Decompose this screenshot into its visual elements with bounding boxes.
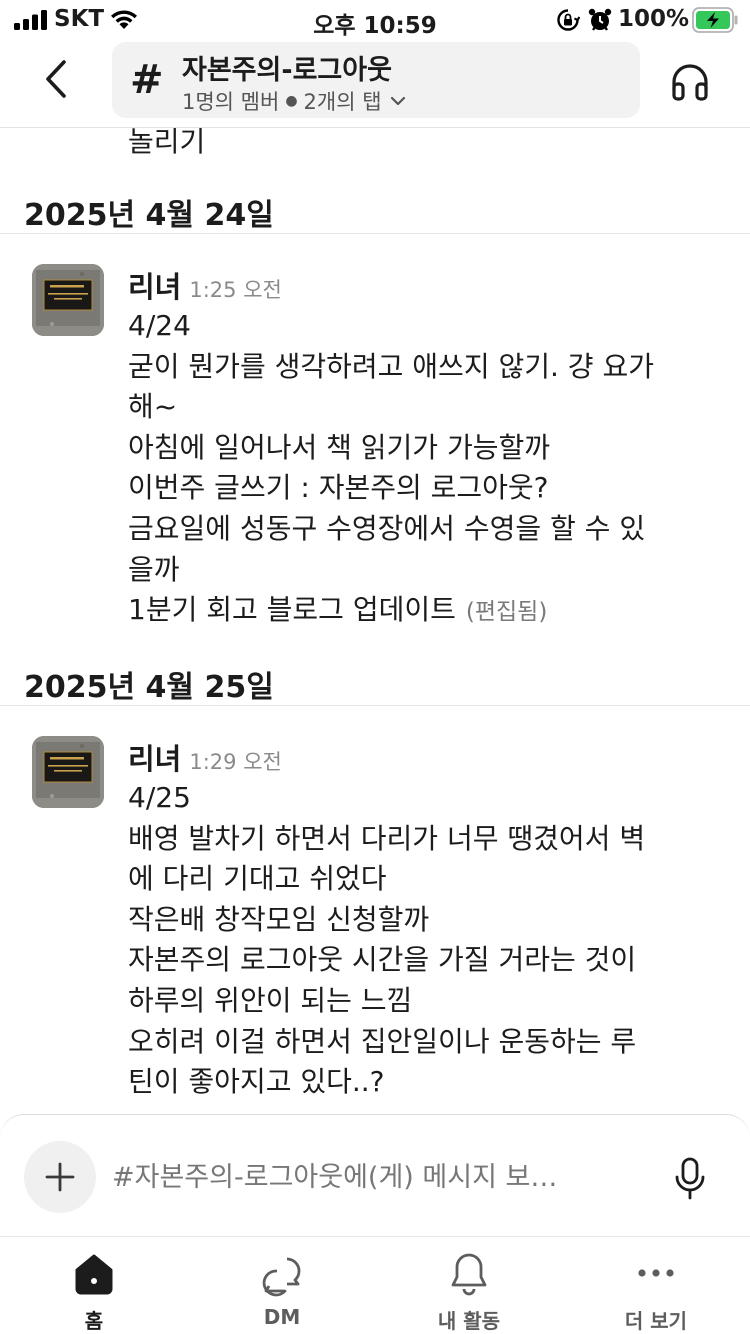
hash-icon: # bbox=[130, 57, 164, 103]
attach-button[interactable] bbox=[24, 1141, 96, 1213]
avatar-image bbox=[32, 736, 104, 808]
message-text-line: 자본주의 로그아웃 시간을 가질 거라는 것이 bbox=[128, 943, 637, 977]
more-icon bbox=[638, 1269, 674, 1277]
chevron-left-icon bbox=[46, 60, 66, 98]
avatar[interactable] bbox=[32, 736, 104, 808]
message-text-line: 배영 발차기 하면서 다리가 너무 땡겼어서 벽 bbox=[128, 821, 646, 855]
tab-home[interactable]: 홈 bbox=[0, 1237, 188, 1334]
message-composer bbox=[0, 1114, 750, 1236]
tab-label: 홈 bbox=[84, 1309, 104, 1333]
tab-dm[interactable]: DM bbox=[188, 1237, 376, 1334]
voice-message-button[interactable] bbox=[672, 1157, 708, 1201]
tab-bar: 홈 DM 내 활동 더 보기 bbox=[0, 1236, 750, 1334]
huddle-button[interactable] bbox=[668, 60, 712, 104]
message-header: 리녀 1:29 오전 bbox=[128, 736, 282, 778]
message-text-line: 아침에 일어나서 책 읽기가 가능할까 bbox=[128, 430, 551, 464]
message-body: 4/25 배영 발차기 하면서 다리가 너무 땡겼어서 벽 에 다리 기대고 쉬… bbox=[128, 778, 728, 1103]
separator-dot: ● bbox=[285, 93, 298, 109]
message-header: 리녀 1:25 오전 bbox=[128, 264, 282, 306]
battery-percentage: 100% bbox=[618, 6, 690, 32]
channel-info-button[interactable]: # 자본주의-로그아웃 1명의 멤버 ● 2개의 탭 bbox=[112, 42, 640, 118]
author-name[interactable]: 리녀 bbox=[128, 742, 181, 776]
message-text-line: 놀리기 bbox=[128, 128, 206, 158]
tab-label: 내 활동 bbox=[437, 1309, 501, 1333]
date-divider: 2025년 4월 25일 bbox=[0, 646, 750, 706]
message-body: 4/24 굳이 뭔가를 생각하려고 애쓰지 않기. 걍 요가 해~ 아침에 일어… bbox=[128, 306, 728, 633]
message-timestamp: 1:29 오전 bbox=[189, 750, 282, 774]
dm-icon bbox=[262, 1257, 301, 1297]
message-text: 1분기 회고 블로그 업데이트 bbox=[128, 593, 456, 627]
tab-label: 더 보기 bbox=[624, 1309, 688, 1333]
avatar[interactable] bbox=[32, 264, 104, 336]
bell-icon bbox=[451, 1253, 487, 1296]
message[interactable]: 리녀 1:25 오전 4/24 굳이 뭔가를 생각하려고 애쓰지 않기. 걍 요가… bbox=[0, 256, 750, 636]
chevron-down-icon bbox=[390, 96, 405, 106]
rotation-lock-icon bbox=[557, 9, 580, 31]
avatar-image bbox=[32, 264, 104, 336]
channel-name: 자본주의-로그아웃 bbox=[182, 55, 392, 86]
message-text-line: 해~ bbox=[128, 390, 178, 424]
headphones-icon bbox=[672, 64, 708, 101]
message-text-line: 틴이 좋아지고 있다..? bbox=[128, 1065, 385, 1099]
message-text-line: 4/24 bbox=[128, 309, 191, 342]
message-timestamp: 1:25 오전 bbox=[189, 278, 282, 302]
microphone-icon bbox=[675, 1157, 705, 1200]
message-text-line: 4/25 bbox=[128, 781, 191, 814]
message-text-line: 이번주 글쓰기 : 자본주의 로그아웃? bbox=[128, 471, 549, 505]
message-text-line: 을까 bbox=[128, 552, 180, 586]
tab-more[interactable]: 더 보기 bbox=[562, 1237, 750, 1334]
date-divider: 2025년 4월 24일 bbox=[0, 174, 750, 234]
tab-activity[interactable]: 내 활동 bbox=[375, 1237, 563, 1334]
channel-meta: 1명의 멤버 ● 2개의 탭 bbox=[182, 86, 406, 116]
message[interactable]: 리녀 1:29 오전 4/25 배영 발차기 하면서 다리가 너무 땡겼어서 벽 … bbox=[0, 728, 750, 1118]
message-text-line: 굳이 뭔가를 생각하려고 애쓰지 않기. 걍 요가 bbox=[128, 349, 654, 383]
message-text-line: 오히려 이걸 하면서 집안일이나 운동하는 루 bbox=[128, 1024, 637, 1058]
edited-label: (편집됨) bbox=[465, 599, 548, 626]
author-name[interactable]: 리녀 bbox=[128, 270, 181, 304]
channel-header: # 자본주의-로그아웃 1명의 멤버 ● 2개의 탭 bbox=[0, 40, 750, 128]
status-bar: SKT 오후 10:59 100% bbox=[0, 0, 750, 40]
message-text-line-last: 1분기 회고 블로그 업데이트 (편집됨) bbox=[128, 590, 728, 633]
battery-icon bbox=[692, 7, 738, 33]
date-label: 2025년 4월 25일 bbox=[24, 670, 274, 705]
plus-icon bbox=[45, 1162, 75, 1192]
message-text-line: 에 다리 기대고 쉬었다 bbox=[128, 862, 387, 896]
back-button[interactable] bbox=[36, 54, 80, 104]
date-label: 2025년 4월 24일 bbox=[24, 198, 274, 233]
message-text-line: 금요일에 성동구 수영장에서 수영을 할 수 있 bbox=[128, 511, 646, 545]
tab-label: DM bbox=[263, 1305, 301, 1329]
home-icon bbox=[75, 1254, 113, 1295]
tab-count: 2개의 탭 bbox=[303, 90, 382, 114]
message-input[interactable] bbox=[112, 1157, 640, 1197]
alarm-icon bbox=[588, 8, 612, 31]
message-text-line: 작은배 창작모임 신청할까 bbox=[128, 902, 430, 936]
message-text-line: 하루의 위안이 되는 느낌 bbox=[128, 983, 413, 1017]
member-count: 1명의 멤버 bbox=[182, 90, 280, 114]
message-list[interactable]: 놀리기 2025년 4월 24일 리녀 1:25 오전 4/24 굳이 뭔가를 생… bbox=[0, 128, 750, 1118]
